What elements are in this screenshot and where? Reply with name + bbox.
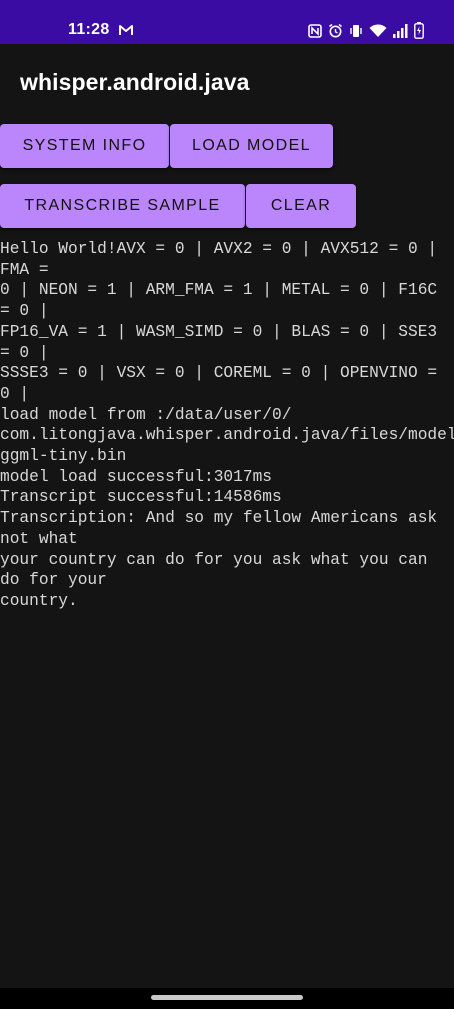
app-title: whisper.android.java xyxy=(20,69,250,95)
battery-icon xyxy=(414,22,424,39)
gmail-m-icon xyxy=(119,23,133,41)
transcribe-sample-button[interactable]: Transcribe Sample xyxy=(0,184,245,228)
navigation-bar xyxy=(0,988,454,1009)
system-info-button[interactable]: System Info xyxy=(0,124,169,168)
vibrate-icon xyxy=(349,24,363,38)
alarm-icon xyxy=(328,23,343,38)
status-time: 11:28 xyxy=(68,21,110,38)
log-output: Hello World!AVX = 0 | AVX2 = 0 | AVX512 … xyxy=(0,240,454,610)
wifi-icon xyxy=(369,23,387,38)
load-model-button[interactable]: Load Model xyxy=(170,124,333,168)
app-bar: whisper.android.java xyxy=(0,44,454,120)
clear-button[interactable]: Clear xyxy=(246,184,356,228)
signal-icon xyxy=(393,23,408,38)
nfc-icon xyxy=(308,23,322,38)
status-icons xyxy=(308,22,424,39)
home-gesture-handle[interactable] xyxy=(151,995,303,1000)
status-bar: 11:28 xyxy=(0,0,454,44)
